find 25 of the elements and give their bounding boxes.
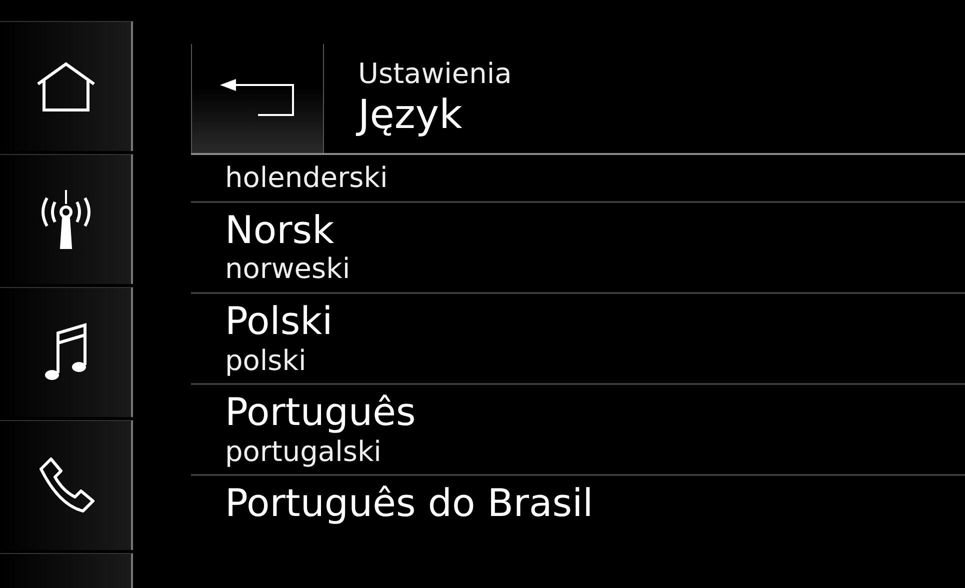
language-translation: holenderski bbox=[225, 161, 388, 195]
breadcrumb: Ustawienia bbox=[358, 56, 512, 90]
sidebar-button[interactable] bbox=[0, 154, 133, 284]
language-item[interactable]: holenderski bbox=[191, 155, 965, 203]
antenna-icon bbox=[38, 190, 92, 250]
music-note-icon bbox=[44, 322, 88, 382]
language-name: Português do Brasil bbox=[225, 482, 594, 526]
language-translation: portugalski bbox=[225, 434, 382, 468]
page-title: Język bbox=[358, 91, 464, 140]
sidebar-button[interactable] bbox=[0, 420, 133, 550]
language-translation: polski bbox=[225, 344, 306, 378]
language-item[interactable]: Português portugalski bbox=[191, 385, 965, 476]
sidebar-button[interactable] bbox=[0, 287, 133, 417]
language-name: Português bbox=[225, 391, 416, 435]
language-item[interactable]: Polski polski bbox=[191, 294, 965, 386]
language-name: Norsk bbox=[225, 208, 334, 252]
language-name: Polski bbox=[225, 300, 333, 344]
back-button[interactable] bbox=[191, 44, 324, 153]
phone-icon bbox=[36, 456, 94, 514]
home-icon bbox=[36, 62, 96, 112]
language-item[interactable]: Português do Brasil bbox=[191, 476, 965, 532]
back-arrow-icon bbox=[220, 78, 296, 118]
sidebar-button[interactable] bbox=[0, 21, 133, 151]
language-item[interactable]: Norsk norweski bbox=[191, 202, 965, 294]
language-translation: norweski bbox=[225, 252, 350, 286]
